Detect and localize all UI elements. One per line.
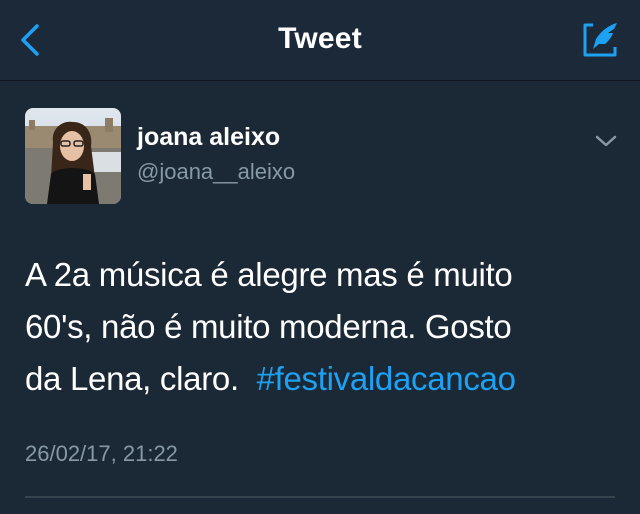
compose-tweet-icon bbox=[583, 23, 617, 57]
divider bbox=[25, 496, 615, 498]
tweet-text-line: A 2a música é alegre mas é muito bbox=[25, 256, 513, 293]
avatar[interactable] bbox=[25, 108, 121, 204]
tweet-text-segment: da Lena, claro. bbox=[25, 360, 239, 397]
chevron-down-icon bbox=[595, 135, 617, 147]
timestamp: 26/02/17, 21:22 bbox=[25, 441, 178, 466]
tweet-text: A 2a música é alegre mas é muito 60's, n… bbox=[25, 249, 625, 405]
compose-button[interactable] bbox=[576, 16, 624, 64]
hashtag-link[interactable]: #festivaldacancao bbox=[257, 360, 516, 397]
page-title: Tweet bbox=[278, 22, 362, 55]
tweet-text-line: da Lena, claro. #festivaldacancao bbox=[25, 353, 625, 405]
author-handle[interactable]: @joana__aleixo bbox=[137, 159, 295, 185]
tweet-options-button[interactable] bbox=[590, 127, 622, 155]
navigation-bar: Tweet bbox=[0, 0, 640, 81]
tweet-text-line: 60's, não é muito moderna. Gosto bbox=[25, 308, 512, 345]
tweet-detail: joana aleixo @joana__aleixo A 2a música … bbox=[0, 81, 640, 514]
author-name[interactable]: joana aleixo bbox=[137, 123, 280, 152]
tweet-detail-screen: Tweet joana aleixo @joana__aleixo A 2a m… bbox=[0, 0, 640, 514]
